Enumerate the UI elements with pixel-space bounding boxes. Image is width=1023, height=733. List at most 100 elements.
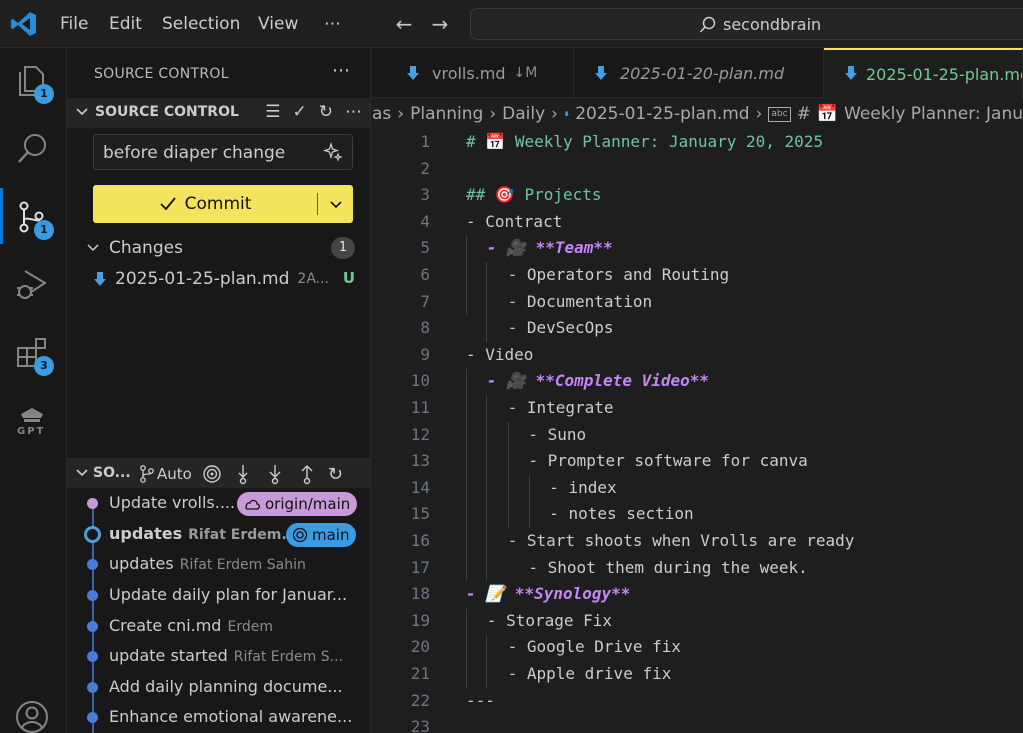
tab-label: vrolls.md	[432, 63, 506, 83]
gpt-activity[interactable]: GPT	[0, 392, 67, 448]
back-arrow-icon[interactable]: ←	[391, 10, 417, 38]
markdown-file-icon	[407, 66, 419, 80]
branch-icon[interactable]	[139, 465, 155, 483]
line-number: 23	[410, 717, 430, 733]
code-line[interactable]: 14 - index	[372, 475, 1023, 502]
code-line[interactable]: 21 - Apple drive fix	[372, 661, 1023, 688]
more-icon[interactable]: ⋯	[345, 102, 362, 122]
extensions-activity[interactable]: 3	[0, 324, 67, 380]
code-line[interactable]: 18 - 📝 **Synology**	[372, 581, 1023, 608]
menu-edit[interactable]: Edit	[109, 0, 142, 48]
search-icon	[18, 134, 46, 163]
line-number: 2	[420, 158, 430, 178]
code-line[interactable]: 6 - Operators and Routing	[372, 262, 1023, 289]
code-editor[interactable]: 1 # 📅 Weekly Planner: January 20, 2025 2 3 #…	[372, 129, 1023, 733]
push-icon[interactable]	[296, 463, 318, 485]
line-text: - Shoot them during the week.	[528, 557, 808, 577]
graph-commit-row[interactable]: Add daily planning docume...	[67, 673, 370, 703]
code-line[interactable]: 9 - Video	[372, 342, 1023, 369]
line-number: 7	[420, 291, 430, 311]
line-number: 13	[410, 451, 430, 471]
commit-check-icon[interactable]: ✓	[293, 102, 307, 122]
breadcrumb: as › Planning › Daily › 2025-01-25-plan.…	[372, 99, 1023, 129]
code-line[interactable]: 16 - Start shoots when Vrolls are ready	[372, 528, 1023, 555]
breadcrumb-item[interactable]: #	[797, 104, 811, 124]
refresh-icon[interactable]: ↻	[319, 102, 333, 122]
chevron-down-icon	[76, 469, 88, 477]
code-line[interactable]: 5 - 🎥 **Team**	[372, 235, 1023, 262]
code-line[interactable]: 8 - DevSecOps	[372, 315, 1023, 342]
more-actions-icon[interactable]: ⋯	[332, 60, 350, 81]
commit-message: Update vrolls....	[109, 493, 236, 512]
code-line[interactable]: 1 # 📅 Weekly Planner: January 20, 2025	[372, 129, 1023, 156]
check-icon	[159, 197, 176, 211]
sparkle-icon[interactable]	[322, 141, 344, 163]
code-line[interactable]: 13 - Prompter software for canva	[372, 448, 1023, 475]
graph-commit-row[interactable]: update started Rifat Erdem S...	[67, 642, 370, 672]
graph-commit-row[interactable]: Create cni.md Erdem	[67, 612, 370, 642]
line-number: 22	[410, 690, 430, 710]
vscode-logo-icon	[11, 12, 36, 36]
scm-section-header[interactable]: SOURCE CONTROL ☰ ✓ ↻ ⋯	[67, 98, 370, 128]
code-line[interactable]: 4 - Contract	[372, 209, 1023, 236]
breadcrumb-item[interactable]: Planning	[410, 104, 483, 124]
code-line[interactable]: 19 - Storage Fix	[372, 608, 1023, 635]
graph-commit-row[interactable]: Enhance emotional awarene...	[67, 703, 370, 733]
code-line[interactable]: 23	[372, 714, 1023, 733]
commit-node-head	[84, 526, 101, 543]
commit-dropdown-button[interactable]	[318, 185, 353, 223]
pull-icon[interactable]	[264, 463, 286, 485]
command-center-search[interactable]: secondbrain	[470, 8, 1023, 40]
line-text: - Storage Fix	[486, 610, 613, 630]
fetch-icon[interactable]	[232, 463, 254, 485]
menu-selection[interactable]: Selection	[162, 0, 240, 48]
changed-file-item[interactable]: 2025-01-25-plan.md 2A... U	[93, 265, 355, 293]
target-icon[interactable]	[202, 464, 222, 484]
graph-commit-row[interactable]: Update vrolls.... origin/main	[67, 489, 370, 519]
chevron-down-icon	[76, 108, 88, 116]
changes-group[interactable]: Changes 1	[85, 234, 355, 262]
accounts-activity[interactable]	[0, 688, 67, 733]
forward-arrow-icon[interactable]: →	[427, 10, 453, 38]
code-line[interactable]: 22 ---	[372, 688, 1023, 715]
local-ref-badge: main	[286, 523, 357, 547]
source-control-activity[interactable]: 1	[0, 188, 67, 244]
code-line[interactable]: 15 - notes section	[372, 501, 1023, 528]
view-as-list-icon[interactable]: ☰	[265, 102, 280, 122]
breadcrumb-item[interactable]: as	[372, 104, 391, 124]
search-activity[interactable]	[0, 120, 67, 176]
code-line[interactable]: 12 - Suno	[372, 422, 1023, 449]
graph-commit-row[interactable]: updates Rifat Erdem Sahin	[67, 550, 370, 580]
menu-more[interactable]: ⋯	[324, 0, 341, 48]
tab-vrolls[interactable]: vrolls.md ↓M	[372, 48, 574, 98]
code-line[interactable]: 7 - Documentation	[372, 289, 1023, 316]
search-icon	[699, 16, 716, 33]
menu-file[interactable]: File	[60, 0, 88, 48]
graph-section-header[interactable]: SO... Auto ↻	[67, 458, 370, 488]
tab-plan-0125[interactable]: 2025-01-25-plan.md	[824, 48, 1023, 98]
graph-commit-row[interactable]: updates Rifat Erdem... main	[67, 520, 370, 550]
auto-label[interactable]: Auto	[157, 465, 192, 483]
chevron-right-icon: ›	[551, 104, 558, 124]
code-line[interactable]: 17 - Shoot them during the week.	[372, 555, 1023, 582]
code-line[interactable]: 20 - Google Drive fix	[372, 634, 1023, 661]
graph-commit-row[interactable]: Update daily plan for Januar...	[67, 581, 370, 611]
commit-button[interactable]: Commit	[93, 185, 317, 223]
chevron-right-icon: ›	[397, 104, 405, 124]
line-number: 16	[410, 531, 430, 550]
code-line[interactable]: 3 ## 🎯 Projects	[372, 182, 1023, 209]
refresh-icon[interactable]: ↻	[328, 464, 343, 485]
breadcrumb-item[interactable]: Daily	[502, 104, 545, 124]
code-line[interactable]: 11 - Integrate	[372, 395, 1023, 422]
tab-plan-0120[interactable]: 2025-01-20-plan.md	[574, 48, 824, 98]
run-debug-activity[interactable]	[0, 256, 67, 312]
breadcrumb-item[interactable]: Weekly Planner: Janu	[844, 104, 1023, 124]
code-line[interactable]: 10 - 🎥 **Complete Video**	[372, 368, 1023, 395]
commit-message-input[interactable]	[103, 141, 313, 165]
explorer-activity[interactable]: 1	[0, 52, 67, 108]
menu-view[interactable]: View	[258, 0, 298, 48]
line-number: 18	[410, 584, 430, 604]
line-text: - notes section	[549, 504, 694, 524]
code-line[interactable]: 2	[372, 156, 1023, 183]
breadcrumb-item[interactable]: 2025-01-25-plan.md	[575, 104, 749, 124]
